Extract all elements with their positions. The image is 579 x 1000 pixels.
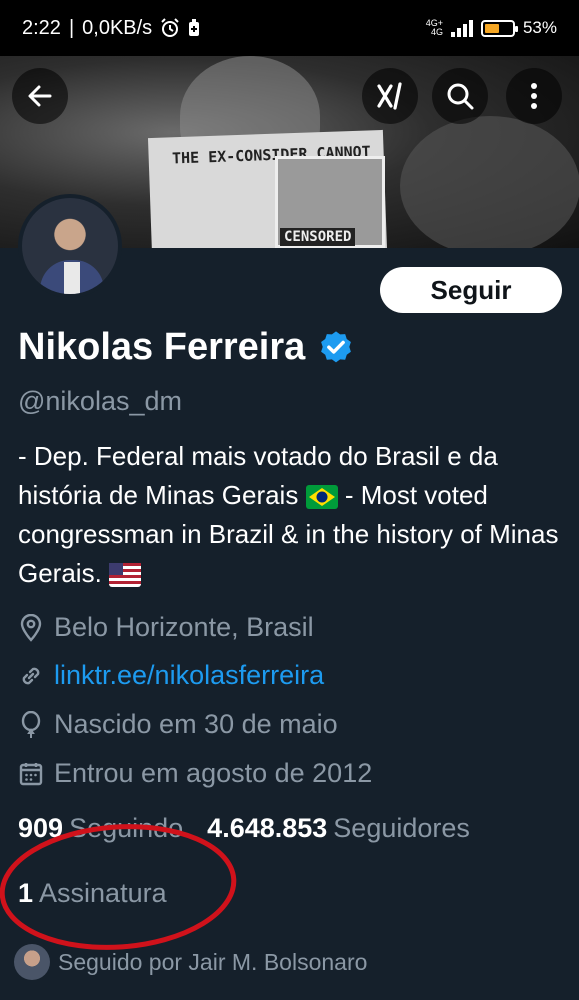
follower-avatar	[14, 944, 50, 980]
profile-handle: @nikolas_dm	[18, 386, 182, 416]
status-bar: 2:22 | 0,0KB/s 4G+ 4G 53%	[0, 0, 579, 56]
status-time: 2:22	[22, 16, 61, 39]
alarm-icon	[161, 18, 179, 37]
grok-icon	[377, 82, 402, 110]
more-button[interactable]	[506, 68, 562, 124]
profile-joined: Entrou em agosto de 2012	[18, 758, 372, 789]
battery-percent: 53%	[522, 18, 557, 37]
signal-icon	[450, 19, 473, 37]
profile-birthday: Nascido em 30 de maio	[18, 709, 338, 740]
usa-flag-icon	[109, 563, 142, 588]
profile-website-link[interactable]: linktr.ee/nikolasferreira	[54, 660, 324, 691]
search-icon	[447, 83, 474, 110]
follow-button[interactable]: Seguir	[380, 267, 562, 313]
profile-bio: - Dep. Federal mais votado do Brasil e d…	[18, 441, 559, 588]
search-button[interactable]	[432, 68, 488, 124]
profile-location: Belo Horizonte, Brasil	[18, 612, 314, 643]
profile-name-row: Nikolas Ferreira	[18, 326, 355, 369]
link-icon	[22, 667, 40, 684]
red-circle-annotation	[0, 824, 237, 950]
followed-by-row[interactable]: Seguido por Jair M. Bolsonaro	[14, 944, 367, 980]
battery-icon	[480, 19, 518, 37]
profile-link-row: linktr.ee/nikolasferreira	[18, 660, 324, 691]
balloon-icon	[21, 710, 41, 738]
back-button[interactable]	[12, 68, 68, 124]
arrow-left-icon	[28, 85, 52, 107]
censored-label: CENSORED	[280, 228, 356, 246]
network-type: 4G+ 4G	[425, 18, 443, 37]
grok-button[interactable]	[362, 68, 418, 124]
more-vertical-icon	[531, 83, 537, 109]
profile-avatar[interactable]	[18, 194, 122, 298]
location-pin-icon	[20, 613, 42, 642]
verified-badge-icon[interactable]	[317, 329, 355, 367]
status-net-speed: 0,0KB/s	[82, 16, 153, 39]
calendar-icon	[19, 762, 43, 785]
profile-name: Nikolas Ferreira	[18, 326, 306, 368]
brazil-flag-icon	[305, 485, 338, 510]
battery-saver-icon	[189, 19, 200, 36]
